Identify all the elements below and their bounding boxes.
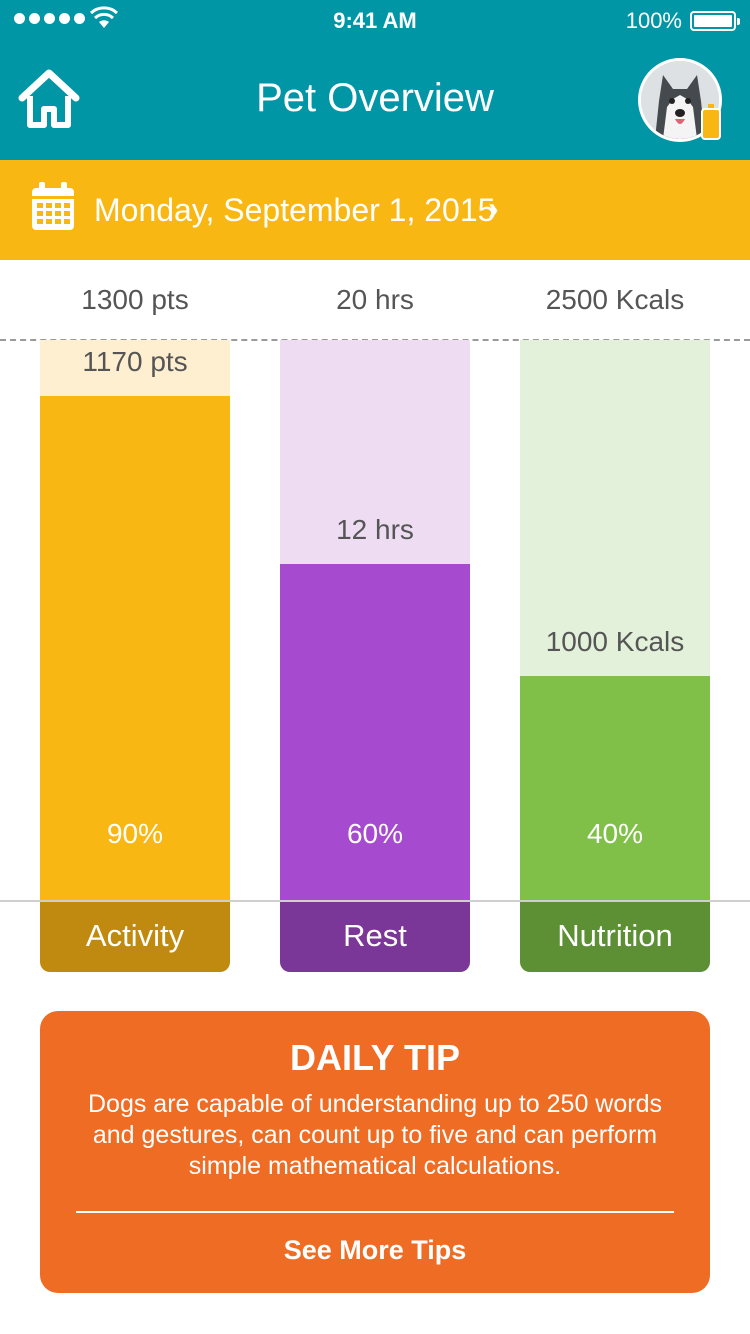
goal-total-nutrition: 2500 Kcals xyxy=(545,284,685,315)
progress-chart: 1170 pts 90% Activity 12 hrs 60% Rest 10… xyxy=(0,340,750,972)
bar-label: Rest xyxy=(280,900,470,972)
calendar-icon xyxy=(32,182,74,230)
bar-value: 12 hrs xyxy=(336,514,414,545)
nutrition-bar[interactable]: 1000 Kcals 40% Nutrition xyxy=(520,340,710,972)
rest-bar[interactable]: 12 hrs 60% Rest xyxy=(280,340,470,972)
activity-bar[interactable]: 1170 pts 90% Activity xyxy=(40,340,230,972)
status-bar: 9:41 AM 100% xyxy=(0,0,750,40)
chevron-right-icon[interactable]: › xyxy=(488,190,499,227)
goal-total-rest: 20 hrs xyxy=(336,284,414,315)
daily-tip-card: DAILY TIP Dogs are capable of understand… xyxy=(40,1011,710,1293)
bar-value: 1170 pts xyxy=(82,346,188,377)
bar-percent: 40% xyxy=(586,818,644,849)
date-bar[interactable]: Monday, September 1, 2015 › xyxy=(0,160,750,260)
bar-percent: 90% xyxy=(106,818,164,849)
goal-total-activity: 1300 pts xyxy=(81,284,189,315)
battery-percent: 100% xyxy=(625,8,682,33)
chart-baseline xyxy=(0,900,750,902)
nav-bar: Pet Overview xyxy=(0,40,750,160)
goal-totals: 1300 pts 20 hrs 2500 Kcals xyxy=(0,260,750,340)
see-more-tips-button[interactable]: See More Tips xyxy=(40,1235,710,1266)
bar-label: Nutrition xyxy=(520,900,710,972)
tip-body: Dogs are capable of understanding up to … xyxy=(88,1090,662,1180)
bar-percent: 60% xyxy=(346,818,404,849)
bar-value: 1000 Kcals xyxy=(545,626,685,657)
date-label: Monday, September 1, 2015 xyxy=(94,192,496,228)
battery-icon xyxy=(690,11,740,31)
bar-fill xyxy=(520,676,710,900)
tip-divider xyxy=(76,1211,674,1213)
bar-label: Activity xyxy=(40,900,230,972)
tip-title: DAILY TIP xyxy=(289,1037,461,1078)
battery-badge-icon xyxy=(701,104,721,140)
